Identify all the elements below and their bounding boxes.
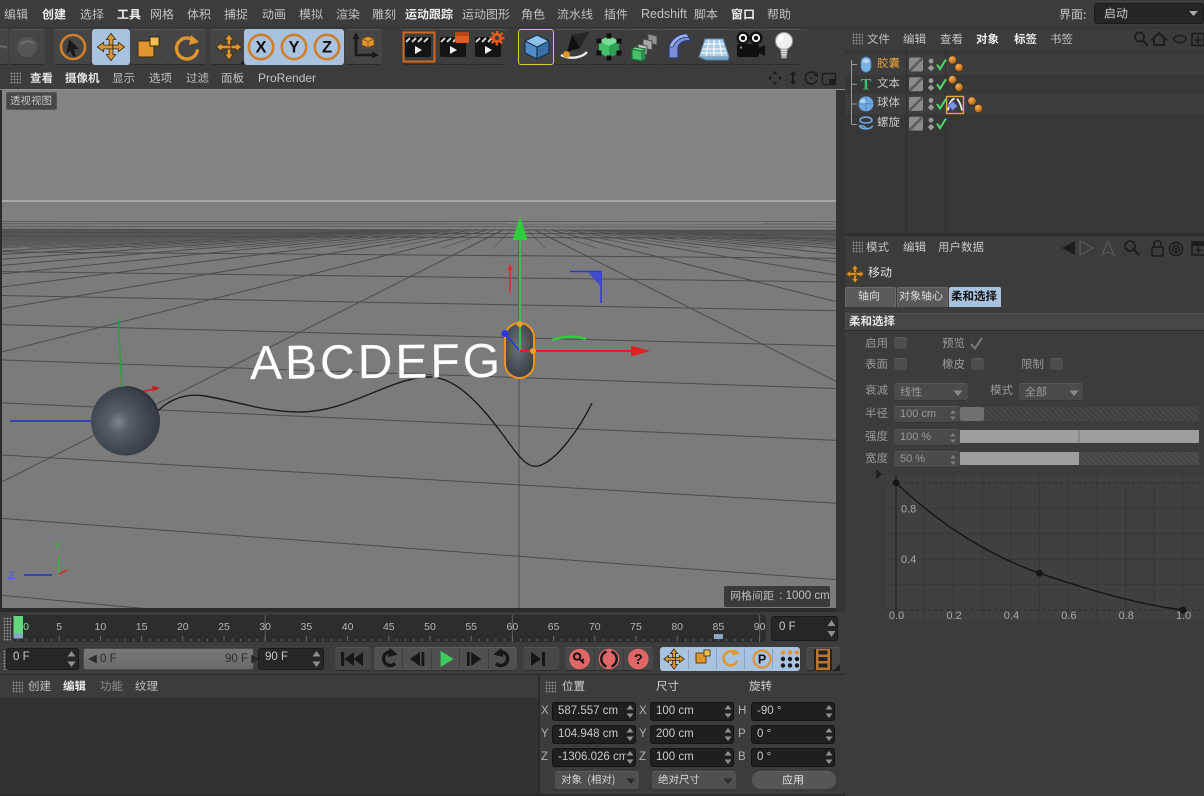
svg-text:0.0: 0.0: [889, 610, 904, 620]
svg-text:15: 15: [136, 621, 148, 633]
svg-text:70: 70: [589, 621, 601, 633]
svg-text:0.4: 0.4: [1004, 610, 1019, 620]
svg-text:65: 65: [548, 621, 560, 633]
svg-text:75: 75: [630, 621, 642, 633]
svg-text:90: 90: [754, 621, 766, 633]
svg-text:X: X: [255, 39, 266, 57]
svg-text:Y: Y: [54, 541, 62, 553]
svg-text:0.8: 0.8: [1119, 610, 1134, 620]
svg-text:Y: Y: [288, 39, 299, 57]
svg-text:10: 10: [95, 621, 107, 633]
svg-text:0.8: 0.8: [901, 503, 916, 515]
svg-text:0.4: 0.4: [901, 554, 916, 566]
svg-text:45: 45: [383, 621, 395, 633]
svg-text:50: 50: [424, 621, 436, 633]
svg-text:Z: Z: [322, 39, 332, 57]
svg-text:85: 85: [713, 621, 725, 633]
svg-text:Z: Z: [8, 570, 15, 582]
svg-text:60: 60: [507, 621, 519, 633]
svg-text:55: 55: [465, 621, 477, 633]
svg-text:30: 30: [259, 621, 271, 633]
svg-text:P: P: [758, 653, 766, 667]
svg-text:80: 80: [671, 621, 683, 633]
svg-text:35: 35: [301, 621, 313, 633]
svg-text:5: 5: [56, 621, 62, 633]
svg-text:20: 20: [177, 621, 189, 633]
svg-text:40: 40: [342, 621, 354, 633]
svg-text:?: ?: [634, 651, 643, 668]
svg-text:0: 0: [23, 621, 29, 633]
svg-text:25: 25: [218, 621, 230, 633]
svg-text:0.6: 0.6: [1061, 610, 1076, 620]
svg-text:0.2: 0.2: [946, 610, 961, 620]
